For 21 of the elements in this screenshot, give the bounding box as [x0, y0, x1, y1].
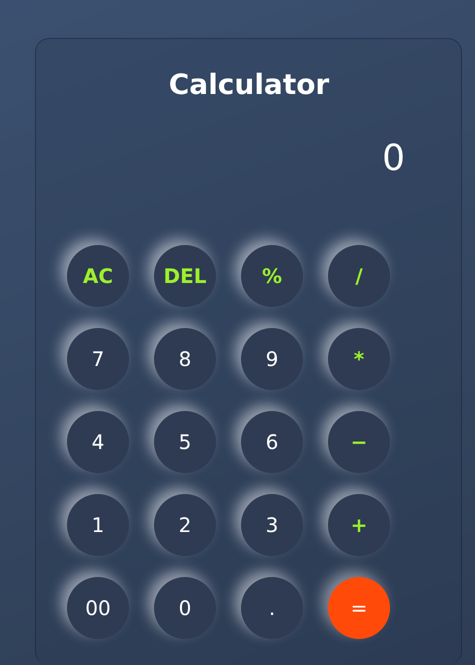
- digit-key[interactable]: 2: [154, 494, 216, 556]
- digit-key[interactable]: 5: [154, 411, 216, 473]
- operator-key[interactable]: DEL: [154, 245, 216, 307]
- digit-key[interactable]: 1: [67, 494, 129, 556]
- operator-key[interactable]: *: [328, 328, 390, 390]
- digit-key[interactable]: 9: [241, 328, 303, 390]
- digit-key[interactable]: 6: [241, 411, 303, 473]
- operator-key[interactable]: AC: [67, 245, 129, 307]
- digit-key[interactable]: 0: [154, 577, 216, 639]
- digit-key[interactable]: 8: [154, 328, 216, 390]
- digit-key[interactable]: 7: [67, 328, 129, 390]
- digit-key[interactable]: 3: [241, 494, 303, 556]
- display-value: 0: [381, 137, 405, 181]
- operator-key[interactable]: /: [328, 245, 390, 307]
- operator-key[interactable]: +: [328, 494, 390, 556]
- operator-key[interactable]: −: [328, 411, 390, 473]
- digit-key[interactable]: 00: [67, 577, 129, 639]
- calculator-title: Calculator: [168, 67, 330, 103]
- digit-key[interactable]: .: [241, 577, 303, 639]
- operator-key[interactable]: %: [241, 245, 303, 307]
- digit-key[interactable]: 4: [67, 411, 129, 473]
